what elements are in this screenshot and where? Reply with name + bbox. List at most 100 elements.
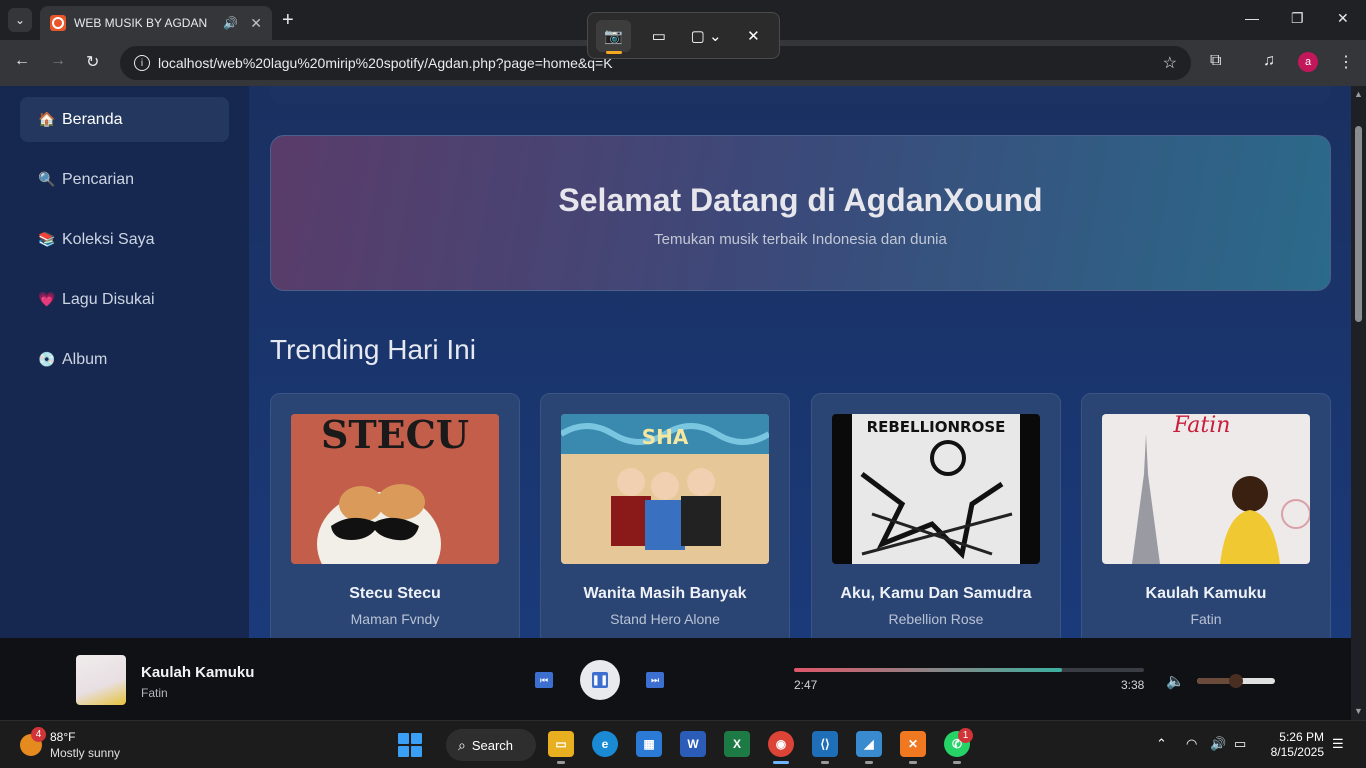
store-icon[interactable]: ▦ xyxy=(636,731,662,757)
taskbar-clock[interactable]: 5:26 PM 8/15/2025 xyxy=(1262,730,1324,760)
sidebar-item-beranda[interactable]: 🏠 Beranda xyxy=(20,97,229,142)
search-icon: 🔍 xyxy=(38,171,56,187)
reload-icon[interactable]: ↻ xyxy=(86,52,99,72)
tab-close-icon[interactable]: ✕ xyxy=(250,15,262,32)
cover-text: SHA xyxy=(642,425,689,449)
clock-date: 8/15/2025 xyxy=(1270,745,1324,759)
search-label: Search xyxy=(471,737,514,753)
minimize-icon[interactable]: — xyxy=(1245,10,1259,26)
sidebar-item-album[interactable]: 💿 Album xyxy=(20,337,229,382)
sidebar-item-pencarian[interactable]: 🔍 Pencarian xyxy=(20,157,229,202)
now-playing-cover xyxy=(76,655,126,705)
back-arrow-icon[interactable]: ← xyxy=(14,52,30,70)
bookmark-star-icon[interactable]: ☆ xyxy=(1163,53,1177,73)
cover-text: Fatin xyxy=(1173,414,1231,438)
restore-icon[interactable]: ❐ xyxy=(1291,10,1304,27)
song-card[interactable]: STECU Stecu Stecu Maman Fvndy xyxy=(270,393,520,638)
extensions-icon[interactable]: ⧉ xyxy=(1210,52,1221,70)
chrome-icon[interactable]: ◉ xyxy=(768,731,794,757)
tab-audio-icon[interactable]: 🔊 xyxy=(223,16,238,30)
music-player: Kaulah Kamuku Fatin ⏮ ❚❚ ⏭ 2:47 3:38 🔈 xyxy=(0,638,1351,720)
forward-arrow-icon[interactable]: → xyxy=(50,52,66,70)
app-running-indicator xyxy=(953,761,961,764)
volume-icon[interactable]: 🔈 xyxy=(1166,672,1185,690)
progress-bar[interactable] xyxy=(794,668,1144,672)
song-card[interactable]: Fatin Kaulah Kamuku Fatin xyxy=(1081,393,1331,638)
browser-tab[interactable]: WEB MUSIK BY AGDAN 🔊 ✕ xyxy=(40,6,272,40)
album-cover: STECU xyxy=(291,414,499,564)
capture-toolbar: 📷 ▭ ▢ ⌄ ✕ xyxy=(587,12,780,59)
sidebar-item-label: Lagu Disukai xyxy=(62,290,155,308)
taskbar: 4 88°F Mostly sunny ⌕ Search ▭ e ▦ W X ◉… xyxy=(0,720,1366,768)
file-explorer-icon[interactable]: ▭ xyxy=(548,731,574,757)
song-card[interactable]: REBELLIONROSE Aku, Kamu Dan Samudra Rebe… xyxy=(811,393,1061,638)
song-title: Aku, Kamu Dan Samudra xyxy=(840,585,1032,602)
page-scrollbar[interactable]: ▲ ▼ xyxy=(1351,86,1366,720)
song-card[interactable]: SHA Wanita Masih Banyak Stand Hero Alone xyxy=(540,393,790,638)
pause-button[interactable]: ❚❚ xyxy=(580,660,620,700)
next-track-icon[interactable]: ⏭ xyxy=(646,672,664,688)
books-icon: 📚 xyxy=(38,231,56,247)
sidebar: 🏠 Beranda 🔍 Pencarian 📚 Koleksi Saya 💗 L… xyxy=(0,86,249,638)
weather-temp[interactable]: 88°F xyxy=(50,730,75,744)
pause-icon: ❚❚ xyxy=(592,672,608,688)
album-cover: REBELLIONROSE xyxy=(832,414,1040,564)
app-icon[interactable]: ◢ xyxy=(856,731,882,757)
hero-subtitle: Temukan musik terbaik Indonesia dan duni… xyxy=(654,231,947,248)
sidebar-item-koleksi[interactable]: 📚 Koleksi Saya xyxy=(20,217,229,262)
search-icon: ⌕ xyxy=(458,736,466,753)
clock-time: 5:26 PM xyxy=(1279,730,1324,744)
site-favicon-icon xyxy=(50,15,66,31)
speaker-icon[interactable]: 🔊 xyxy=(1210,736,1226,752)
profile-avatar[interactable]: a xyxy=(1298,52,1318,72)
app-running-indicator xyxy=(557,761,565,764)
total-time: 3:38 xyxy=(1121,678,1145,692)
weather-desc[interactable]: Mostly sunny xyxy=(50,746,120,760)
volume-slider[interactable] xyxy=(1197,674,1275,688)
sidebar-item-lagu-disukai[interactable]: 💗 Lagu Disukai xyxy=(20,277,229,322)
previous-track-icon[interactable]: ⏮ xyxy=(535,672,553,688)
notification-icon[interactable]: ☰ xyxy=(1332,736,1344,752)
song-artist: Maman Fvndy xyxy=(350,611,440,627)
sidebar-item-label: Pencarian xyxy=(62,170,135,188)
vscode-icon[interactable]: ⟨⟩ xyxy=(812,731,838,757)
album-cover: SHA xyxy=(561,414,769,564)
home-icon: 🏠 xyxy=(38,111,56,127)
edge-icon[interactable]: e xyxy=(592,731,618,757)
hero-title: Selamat Datang di AgdanXound xyxy=(558,182,1043,218)
capture-close-icon[interactable]: ✕ xyxy=(736,20,771,52)
new-tab-button[interactable]: + xyxy=(282,8,294,32)
site-info-icon[interactable]: i xyxy=(134,55,150,71)
word-icon[interactable]: W xyxy=(680,731,706,757)
battery-icon[interactable]: ▭ xyxy=(1234,736,1246,752)
song-title: Kaulah Kamuku xyxy=(1145,585,1267,602)
app-running-indicator xyxy=(865,761,873,764)
video-mode-icon[interactable]: ▭ xyxy=(641,20,676,52)
heart-icon: 💗 xyxy=(38,291,56,307)
browser-menu-icon[interactable]: ⋮ xyxy=(1338,52,1354,72)
xampp-icon[interactable]: ✕ xyxy=(900,731,926,757)
cover-text: STECU xyxy=(321,414,469,457)
scroll-thumb[interactable] xyxy=(1355,126,1362,322)
page-content: 🏠 Beranda 🔍 Pencarian 📚 Koleksi Saya 💗 L… xyxy=(0,86,1366,638)
tray-chevron-icon[interactable]: ⌃ xyxy=(1156,736,1167,752)
scroll-up-icon[interactable]: ▲ xyxy=(1354,89,1363,99)
wifi-icon[interactable]: ◠ xyxy=(1186,736,1197,752)
top-search-bar xyxy=(270,86,1331,104)
capture-area-dropdown-icon[interactable]: ▢ ⌄ xyxy=(687,20,726,52)
start-windows-icon[interactable] xyxy=(398,733,422,757)
progress-fill xyxy=(794,668,1063,672)
media-control-icon[interactable]: ♫ xyxy=(1263,52,1275,70)
taskbar-search[interactable]: ⌕ Search xyxy=(446,729,536,761)
tab-title: WEB MUSIK BY AGDAN xyxy=(74,16,208,30)
scroll-down-icon[interactable]: ▼ xyxy=(1354,706,1363,716)
excel-icon[interactable]: X xyxy=(724,731,750,757)
app-running-indicator xyxy=(821,761,829,764)
screenshot-mode-icon[interactable]: 📷 xyxy=(596,19,632,54)
cover-text: REBELLIONROSE xyxy=(867,418,1006,436)
tab-search-button[interactable]: ⌄ xyxy=(8,8,32,32)
window-close-icon[interactable]: ✕ xyxy=(1337,10,1349,27)
now-playing-title: Kaulah Kamuku xyxy=(141,664,255,681)
volume-knob[interactable] xyxy=(1229,674,1243,688)
disc-icon: 💿 xyxy=(38,351,56,367)
